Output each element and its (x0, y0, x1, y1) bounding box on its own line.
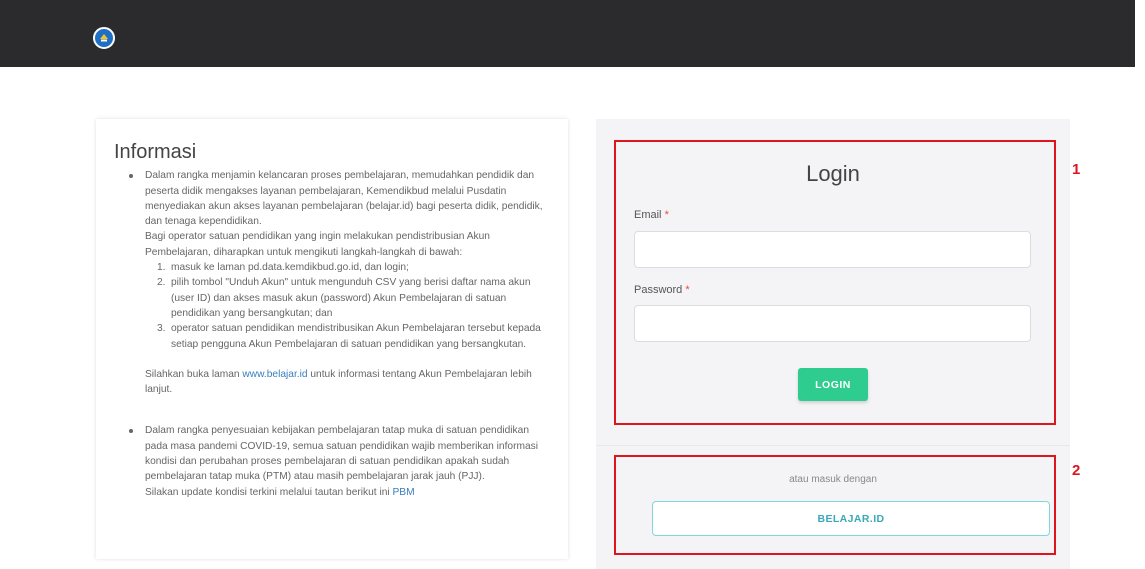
annotation-number-1: 1 (1072, 161, 1081, 178)
step-item: 3. operator satuan pendidikan mendistribu… (145, 321, 548, 352)
belajar-id-link[interactable]: www.belajar.id (242, 369, 307, 380)
info-list: Dalam rangka menjamin kelancaran proses … (116, 168, 548, 500)
info-item-belajar-id: Dalam rangka menjamin kelancaran proses … (116, 168, 548, 423)
steps-list: 1. masuk ke laman pd.data.kemdikbud.go.id… (145, 260, 548, 352)
info-paragraph: Dalam rangka penyesuaian kebijakan pembe… (145, 425, 538, 483)
step-number: 2. (157, 277, 166, 289)
annotation-box-2 (614, 455, 1056, 555)
section-divider (596, 445, 1070, 446)
step-number: 1. (157, 262, 166, 274)
step-text: pilih tombol "Unduh Akun" untuk mengundu… (171, 277, 531, 319)
step-item: 1. masuk ke laman pd.data.kemdikbud.go.id… (145, 260, 548, 275)
step-item: 2. pilih tombol "Unduh Akun" untuk mengun… (145, 275, 548, 321)
step-text: masuk ke laman pd.data.kemdikbud.go.id, … (171, 262, 409, 274)
annotation-number-2: 2 (1072, 462, 1081, 479)
pbm-link[interactable]: PBM (392, 487, 414, 498)
step-number: 3. (157, 323, 166, 335)
info-card: Informasi Dalam rangka menjamin kelancar… (96, 119, 568, 559)
tut-wuri-handayani-logo-icon[interactable] (93, 27, 115, 49)
step-text: operator satuan pendidikan mendistribusi… (171, 323, 541, 350)
logo-emblem-icon (98, 32, 110, 44)
info-title: Informasi (114, 141, 197, 163)
top-navbar (0, 0, 1135, 67)
info-paragraph: Dalam rangka menjamin kelancaran proses … (145, 170, 543, 228)
info-paragraph: Bagi operator satuan pendidikan yang ing… (145, 231, 490, 258)
info-paragraph: Silakan update kondisi terkini melalui t… (145, 486, 393, 498)
closing-text: Silahkan buka laman (145, 368, 243, 380)
annotation-box-1 (614, 140, 1056, 425)
info-item-ptm: Dalam rangka penyesuaian kebijakan pembe… (116, 423, 548, 499)
